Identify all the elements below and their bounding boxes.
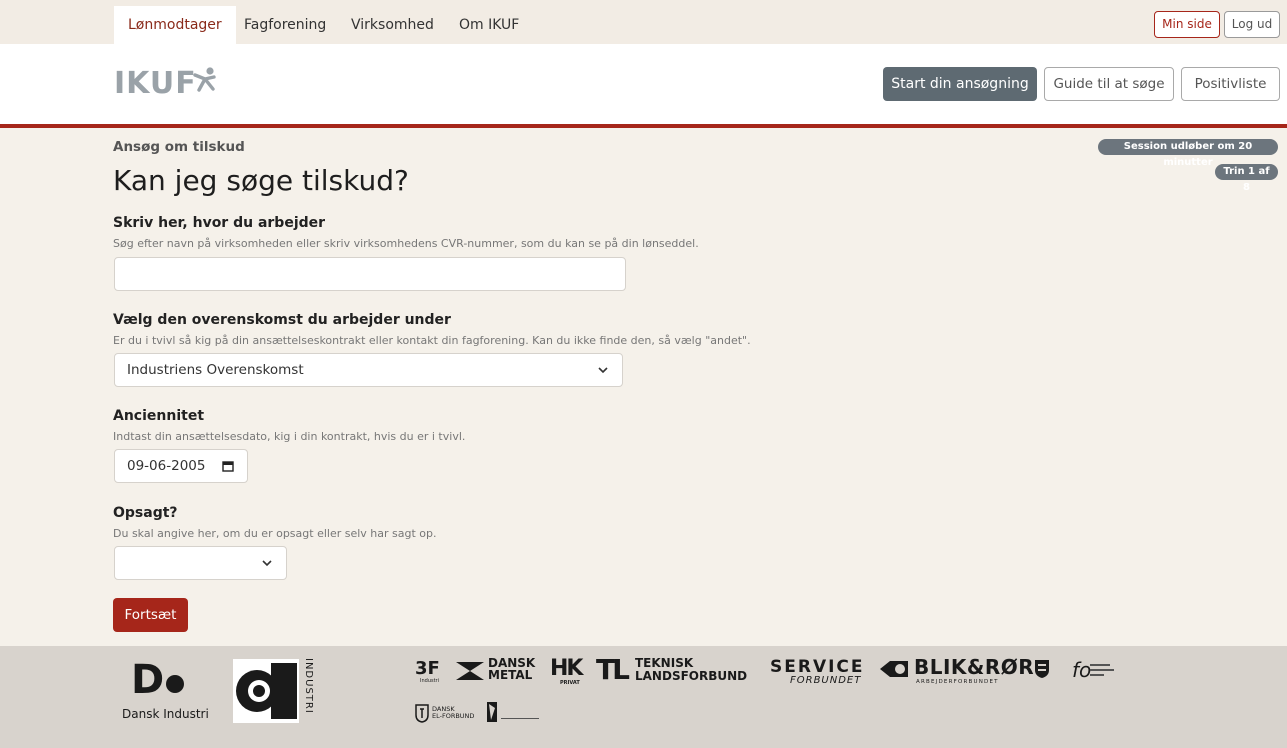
continue-button[interactable]: Fortsæt — [113, 598, 188, 632]
terminated-select[interactable] — [114, 546, 287, 580]
co-industri-text: INDUSTRI — [303, 658, 314, 714]
3f-logo: 3F — [415, 658, 440, 679]
calendar-icon[interactable] — [222, 460, 234, 472]
hk-subtitle: PRIVAT — [560, 680, 580, 686]
tab-lonmodtager[interactable]: Lønmodtager — [114, 6, 236, 44]
seniority-label: Anciennitet — [113, 408, 205, 424]
guide-button[interactable]: Guide til at søge — [1044, 67, 1174, 101]
workplace-input[interactable] — [114, 257, 626, 291]
employment-date-input[interactable]: 09-06-2005 — [114, 449, 248, 483]
fdo-text-lines-icon — [1090, 664, 1114, 676]
page-title: Kan jeg søge tilskud? — [113, 164, 409, 197]
ikuf-logo[interactable]: IKUF — [114, 66, 197, 101]
header-divider — [0, 124, 1287, 128]
tab-virksomhed[interactable]: Virksomhed — [337, 6, 448, 44]
tab-om-ikuf[interactable]: Om IKUF — [445, 6, 533, 44]
employment-date-value: 09-06-2005 — [127, 458, 206, 474]
blik-ror-subtitle: ARBEJDERFORBUNDET — [916, 679, 999, 685]
workplace-label: Skriv her, hvor du arbejder — [113, 215, 326, 231]
hk-logo: HK — [550, 656, 583, 681]
terminated-help: Du skal angive her, om du er opsagt elle… — [113, 527, 437, 540]
agreement-select[interactable]: Industriens Overenskomst — [114, 353, 623, 387]
dansk-industri-dot-icon — [166, 675, 184, 693]
el-forbund-text: DANSK EL-FORBUND — [432, 705, 475, 720]
3f-subtitle: Industri — [420, 678, 439, 684]
chevron-down-icon — [262, 560, 272, 567]
workplace-help: Søg efter navn på virksomheden eller skr… — [113, 237, 699, 250]
min-side-button[interactable]: Min side — [1154, 11, 1220, 38]
top-navigation: Lønmodtager Fagforening Virksomhed Om IK… — [0, 0, 1287, 44]
chevron-down-icon — [598, 367, 608, 374]
seniority-help: Indtast din ansættelsesdato, kig i din k… — [113, 430, 466, 443]
agreement-select-value: Industriens Overenskomst — [127, 362, 304, 378]
positivliste-button[interactable]: Positivliste — [1181, 67, 1280, 101]
session-badge: Session udløber om 20 minutter — [1098, 139, 1278, 168]
step-badge: Trin 1 af 8 — [1215, 164, 1278, 193]
partner-logos-footer: D Dansk Industri INDUSTRI 3F Industri DA… — [0, 646, 1287, 748]
agreement-help: Er du i tvivl så kig på din ansættelsesk… — [113, 334, 751, 347]
breadcrumb: Ansøg om tilskud — [113, 139, 245, 155]
el-forbund-crest-icon — [415, 704, 429, 723]
fdo-mark: fo — [1072, 658, 1092, 682]
blik-ror-logo: BLIK&RØR — [914, 655, 1035, 679]
teknisk-landsforbund-text: TEKNISK LANDSFORBUND — [635, 656, 748, 683]
dansk-industri-mark: D — [131, 657, 165, 703]
agreement-label: Vælg den overenskomst du arbejder under — [113, 312, 451, 328]
shield-logo-icon — [1035, 660, 1049, 678]
serviceforbundet-subtitle: FORBUNDET — [790, 675, 862, 686]
blik-ror-icon — [880, 661, 908, 677]
start-application-button[interactable]: Start din ansøgning — [883, 67, 1037, 101]
tl-mark: TL — [596, 653, 630, 686]
dansk-metal-icon — [456, 662, 484, 680]
tab-fagforening[interactable]: Fagforening — [230, 6, 340, 44]
dansk-metal-text: DANSK METAL — [488, 656, 536, 682]
ikuf-figure-icon — [193, 67, 216, 92]
serviceforbundet-logo: SERVICE — [770, 657, 865, 677]
terminated-label: Opsagt? — [113, 505, 178, 521]
small-partner-logo-icon — [487, 702, 539, 722]
dansk-industri-name: Dansk Industri — [122, 707, 209, 721]
log-ud-button[interactable]: Log ud — [1224, 11, 1280, 38]
site-header: IKUF Start din ansøgning Guide til at sø… — [0, 44, 1287, 124]
co-industri-logo-icon — [233, 659, 299, 723]
